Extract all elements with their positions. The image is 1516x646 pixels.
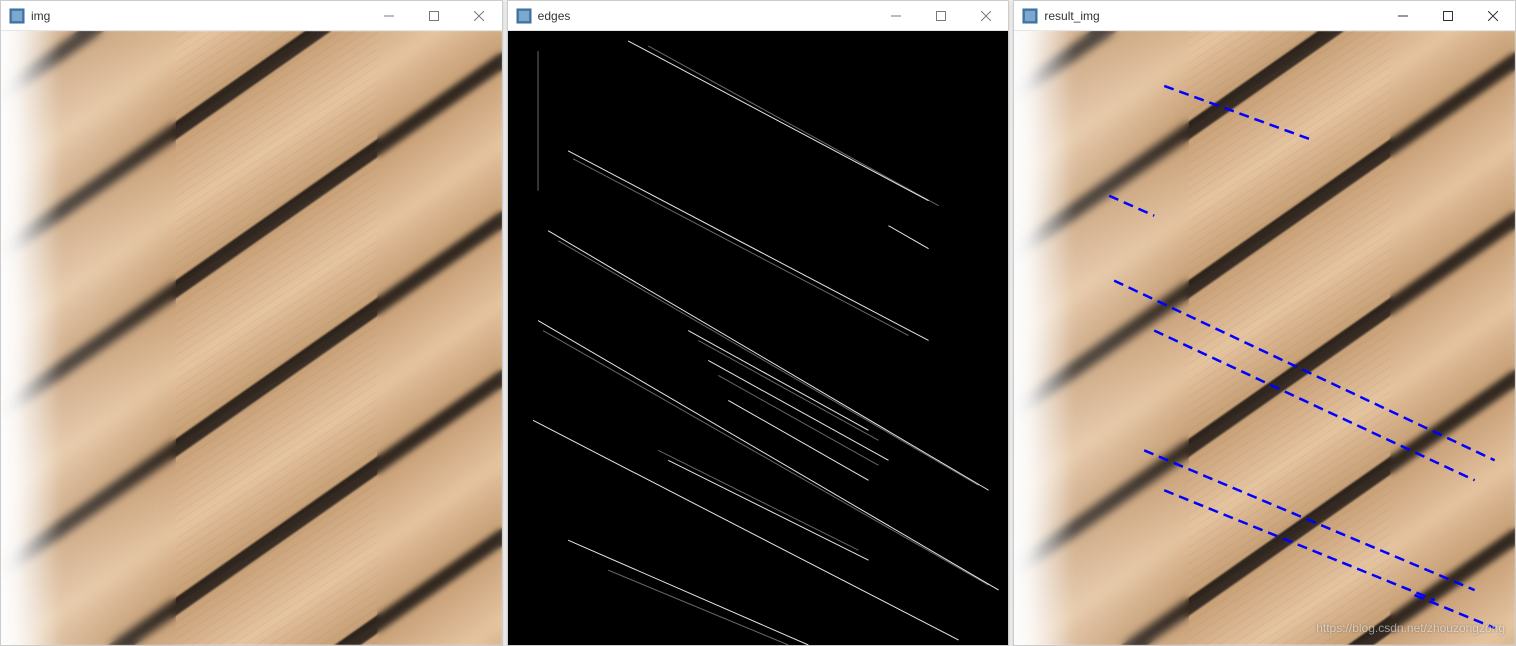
app-icon: [516, 8, 532, 24]
depth-blur-right: [1390, 31, 1515, 645]
app-icon: [9, 8, 25, 24]
watermark-text: https://blog.csdn.net/zhouzongzong: [1316, 621, 1505, 635]
window-controls: [873, 1, 1008, 30]
maximize-button[interactable]: [412, 1, 457, 30]
depth-blur-right: [377, 31, 502, 645]
minimize-button[interactable]: [1380, 1, 1425, 30]
image-viewport-edges: [508, 31, 1009, 645]
window-controls: [1380, 1, 1515, 30]
titlebar[interactable]: edges: [508, 1, 1009, 31]
maximize-button[interactable]: [918, 1, 963, 30]
app-icon: [1022, 8, 1038, 24]
depth-blur-left: [1014, 31, 1189, 645]
maximize-button[interactable]: [1425, 1, 1470, 30]
window-title: img: [31, 9, 367, 23]
window-result-img: result_img https://blog.csdn.net: [1013, 0, 1516, 646]
window-controls: [367, 1, 502, 30]
window-img: img: [0, 0, 503, 646]
close-button[interactable]: [1470, 1, 1515, 30]
close-button[interactable]: [963, 1, 1008, 30]
minimize-button[interactable]: [367, 1, 412, 30]
minimize-button[interactable]: [873, 1, 918, 30]
image-viewport-result: https://blog.csdn.net/zhouzongzong: [1014, 31, 1515, 645]
edge-lines: [508, 31, 1009, 645]
window-title: result_img: [1044, 9, 1380, 23]
image-viewport-img: [1, 31, 502, 645]
titlebar[interactable]: result_img: [1014, 1, 1515, 31]
titlebar[interactable]: img: [1, 1, 502, 31]
window-title: edges: [538, 9, 874, 23]
window-edges: edges: [507, 0, 1010, 646]
depth-blur-left: [1, 31, 176, 645]
close-button[interactable]: [457, 1, 502, 30]
